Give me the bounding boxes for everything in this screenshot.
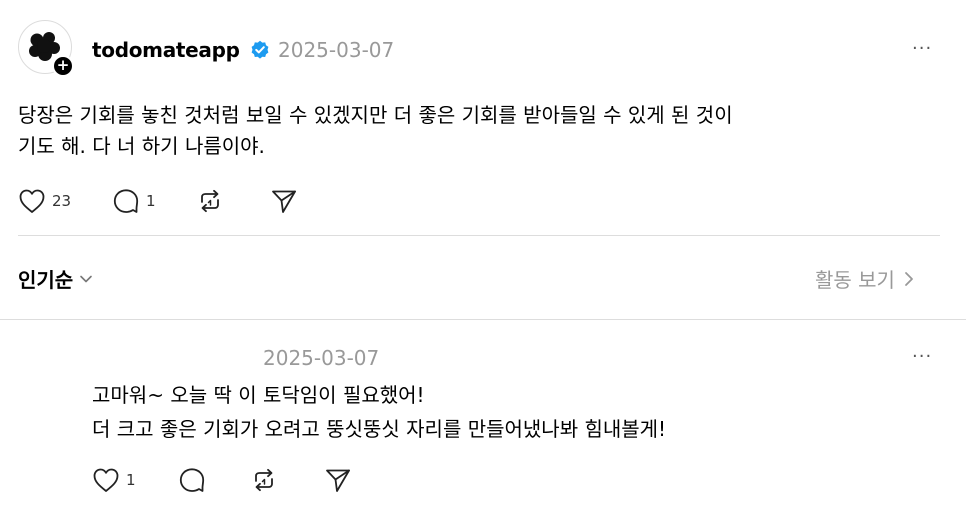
reply-more-options-icon[interactable]: ··· [912, 346, 932, 367]
view-activity-link[interactable]: 활동 보기 [815, 264, 915, 293]
activity-label: 활동 보기 [815, 268, 895, 292]
reply-like-button[interactable]: 1 [92, 467, 136, 493]
repost-button[interactable] [196, 188, 224, 214]
share-button[interactable] [270, 188, 298, 214]
chevron-right-icon [905, 271, 913, 286]
reply-date: 2025-03-07 [263, 346, 380, 370]
follow-plus-icon[interactable]: + [52, 55, 74, 77]
send-icon [326, 469, 350, 492]
username[interactable]: todomateapp [92, 38, 240, 62]
chevron-down-icon [80, 275, 93, 282]
heart-icon [19, 189, 45, 213]
comment-icon [179, 468, 205, 492]
reply-comment-button[interactable] [178, 467, 206, 493]
divider [18, 235, 940, 236]
reply-count: 1 [146, 192, 156, 210]
like-button[interactable]: 23 [18, 188, 71, 214]
reply-repost-button[interactable] [250, 467, 278, 493]
post-text-line: 기도 해. 다 너 하기 나름이야. [18, 134, 265, 158]
reply-text-line: 더 크고 좋은 기회가 오려고 뚱싯뚱싯 자리를 만들어냈나봐 힘내볼게! [92, 417, 667, 441]
heart-icon [93, 468, 119, 492]
post-text: 당장은 기회를 놓친 것처럼 보일 수 있겠지만 더 좋은 기회를 받아들일 수… [18, 100, 948, 162]
repost-icon [255, 468, 273, 492]
post-date: 2025-03-07 [278, 38, 395, 62]
reply-like-count: 1 [126, 471, 136, 489]
reply-text: 고마워~ 오늘 딱 이 토닥임이 필요했어! 더 크고 좋은 기회가 오려고 뚱… [92, 378, 666, 446]
repost-icon [201, 189, 219, 213]
divider [0, 319, 966, 320]
reply-button[interactable]: 1 [112, 188, 156, 214]
sort-label: 인기순 [18, 268, 74, 292]
like-count: 23 [52, 192, 72, 210]
post-text-line: 당장은 기회를 놓친 것처럼 보일 수 있겠지만 더 좋은 기회를 받아들일 수… [18, 103, 733, 127]
comment-icon [113, 189, 139, 213]
verified-badge-icon [251, 40, 269, 59]
sort-dropdown[interactable]: 인기순 [18, 264, 93, 293]
more-options-icon[interactable]: ··· [912, 38, 932, 59]
reply-text-line: 고마워~ 오늘 딱 이 토닥임이 필요했어! [92, 383, 425, 407]
send-icon [272, 190, 296, 213]
reply-share-button[interactable] [324, 467, 352, 493]
